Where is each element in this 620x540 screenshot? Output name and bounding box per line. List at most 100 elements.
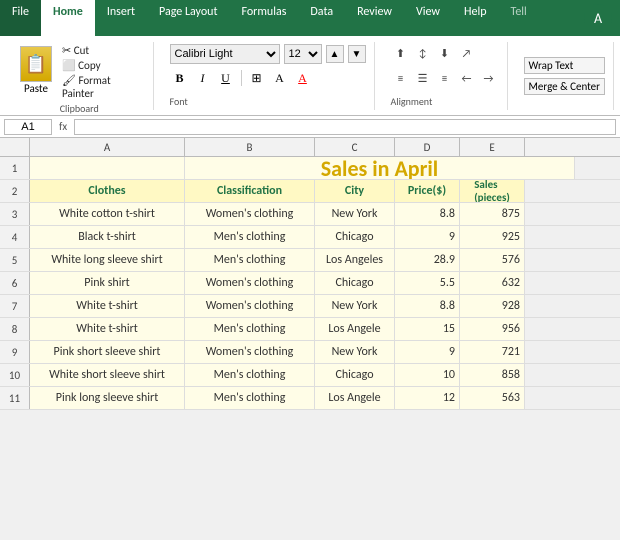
cell-d9[interactable]: 9 bbox=[395, 341, 460, 363]
cell-d7[interactable]: 8.8 bbox=[395, 295, 460, 317]
align-center-button[interactable]: ☰ bbox=[413, 68, 433, 88]
italic-button[interactable]: I bbox=[193, 68, 213, 88]
indent-dec-button[interactable]: ← bbox=[457, 68, 477, 88]
bold-button[interactable]: B bbox=[170, 68, 190, 88]
row-num-7: 7 bbox=[0, 295, 30, 317]
account-icon[interactable]: A bbox=[576, 0, 620, 36]
cell-a11[interactable]: Pink long sleeve shirt bbox=[30, 387, 185, 409]
cell-d5[interactable]: 28.9 bbox=[395, 249, 460, 271]
align-right-button[interactable]: ≡ bbox=[435, 68, 455, 88]
cell-c10[interactable]: Chicago bbox=[315, 364, 395, 386]
cell-b8[interactable]: Men's clothing bbox=[185, 318, 315, 340]
tab-pagelayout[interactable]: Page Layout bbox=[147, 0, 229, 36]
cell-e5[interactable]: 576 bbox=[460, 249, 525, 271]
font-color-button[interactable]: A bbox=[293, 68, 313, 88]
cell-b7[interactable]: Women's clothing bbox=[185, 295, 315, 317]
cell-e4[interactable]: 925 bbox=[460, 226, 525, 248]
cell-e11[interactable]: 563 bbox=[460, 387, 525, 409]
merge-center-button[interactable]: Merge & Center bbox=[524, 78, 606, 95]
cell-reference-input[interactable] bbox=[4, 119, 52, 135]
data-row-3: 3 White cotton t-shirt Women's clothing … bbox=[0, 203, 620, 226]
tab-data[interactable]: Data bbox=[298, 0, 345, 36]
cell-b11[interactable]: Men's clothing bbox=[185, 387, 315, 409]
cell-a5[interactable]: White long sleeve shirt bbox=[30, 249, 185, 271]
cell-d11[interactable]: 12 bbox=[395, 387, 460, 409]
cell-c4[interactable]: Chicago bbox=[315, 226, 395, 248]
copy-button[interactable]: ⬜ Copy bbox=[62, 59, 145, 72]
cell-c7[interactable]: New York bbox=[315, 295, 395, 317]
align-top-button[interactable]: ⬆ bbox=[391, 44, 411, 64]
cell-a10[interactable]: White short sleeve shirt bbox=[30, 364, 185, 386]
tab-formulas[interactable]: Formulas bbox=[229, 0, 298, 36]
cell-d6[interactable]: 5.5 bbox=[395, 272, 460, 294]
cell-d3[interactable]: 8.8 bbox=[395, 203, 460, 225]
cell-b5[interactable]: Men's clothing bbox=[185, 249, 315, 271]
cell-a4[interactable]: Black t-shirt bbox=[30, 226, 185, 248]
align-left-button[interactable]: ≡ bbox=[391, 68, 411, 88]
cell-b4[interactable]: Men's clothing bbox=[185, 226, 315, 248]
cell-a9[interactable]: Pink short sleeve shirt bbox=[30, 341, 185, 363]
text-angle-button[interactable]: ↗ bbox=[457, 44, 477, 64]
cell-e3[interactable]: 875 bbox=[460, 203, 525, 225]
cell-a1[interactable] bbox=[30, 157, 185, 179]
cell-d10[interactable]: 10 bbox=[395, 364, 460, 386]
cell-c11[interactable]: Los Angele bbox=[315, 387, 395, 409]
row-num-9: 9 bbox=[0, 341, 30, 363]
col-header-d[interactable]: D bbox=[395, 138, 460, 156]
cell-c9[interactable]: New York bbox=[315, 341, 395, 363]
border-button[interactable]: ⊞ bbox=[247, 68, 267, 88]
cell-a7[interactable]: White t-shirt bbox=[30, 295, 185, 317]
cell-b3[interactable]: Women's clothing bbox=[185, 203, 315, 225]
header-sales[interactable]: Sales(pieces) bbox=[460, 180, 525, 202]
col-header-a[interactable]: A bbox=[30, 138, 185, 156]
font-name-select[interactable]: Calibri Light bbox=[170, 44, 280, 64]
tab-view[interactable]: View bbox=[404, 0, 452, 36]
cell-d4[interactable]: 9 bbox=[395, 226, 460, 248]
cell-e8[interactable]: 956 bbox=[460, 318, 525, 340]
cell-a3[interactable]: White cotton t-shirt bbox=[30, 203, 185, 225]
tab-home[interactable]: Home bbox=[41, 0, 95, 36]
cell-e6[interactable]: 632 bbox=[460, 272, 525, 294]
align-bottom-button[interactable]: ⬇ bbox=[435, 44, 455, 64]
col-header-c[interactable]: C bbox=[315, 138, 395, 156]
cell-b9[interactable]: Women's clothing bbox=[185, 341, 315, 363]
col-header-b[interactable]: B bbox=[185, 138, 315, 156]
tab-review[interactable]: Review bbox=[345, 0, 404, 36]
header-price[interactable]: Price($) bbox=[395, 180, 460, 202]
cell-e7[interactable]: 928 bbox=[460, 295, 525, 317]
header-city[interactable]: City bbox=[315, 180, 395, 202]
cell-d8[interactable]: 15 bbox=[395, 318, 460, 340]
cell-c3[interactable]: New York bbox=[315, 203, 395, 225]
cell-e10[interactable]: 858 bbox=[460, 364, 525, 386]
format-painter-button[interactable]: 🖌 Format Painter bbox=[62, 74, 145, 100]
row-num-4: 4 bbox=[0, 226, 30, 248]
cell-b6[interactable]: Women's clothing bbox=[185, 272, 315, 294]
cell-b1[interactable]: Sales in April bbox=[185, 157, 575, 179]
cell-c8[interactable]: Los Angele bbox=[315, 318, 395, 340]
cell-b10[interactable]: Men's clothing bbox=[185, 364, 315, 386]
col-header-e[interactable]: E bbox=[460, 138, 525, 156]
cell-c5[interactable]: Los Angeles bbox=[315, 249, 395, 271]
underline-button[interactable]: U bbox=[216, 68, 236, 88]
formula-input[interactable] bbox=[74, 119, 616, 135]
tab-insert[interactable]: Insert bbox=[95, 0, 147, 36]
font-size-select[interactable]: 12 bbox=[284, 44, 322, 64]
cut-button[interactable]: ✂ Cut bbox=[62, 44, 145, 57]
wrap-text-button[interactable]: Wrap Text bbox=[524, 57, 606, 74]
tab-tell[interactable]: Tell bbox=[499, 0, 539, 36]
fill-color-button[interactable]: A bbox=[270, 68, 290, 88]
cell-a8[interactable]: White t-shirt bbox=[30, 318, 185, 340]
tab-help[interactable]: Help bbox=[452, 0, 499, 36]
header-clothes[interactable]: Clothes bbox=[30, 180, 185, 202]
cell-c6[interactable]: Chicago bbox=[315, 272, 395, 294]
header-classification[interactable]: Classification bbox=[185, 180, 315, 202]
font-size-decrease[interactable]: ▼ bbox=[348, 45, 366, 63]
indent-inc-button[interactable]: → bbox=[479, 68, 499, 88]
align-middle-button[interactable]: ↕ bbox=[413, 44, 433, 64]
tab-file[interactable]: File bbox=[0, 0, 41, 36]
paste-button[interactable]: 📋 Paste bbox=[14, 44, 58, 97]
title-row: 1 Sales in April bbox=[0, 157, 620, 180]
font-size-increase[interactable]: ▲ bbox=[326, 45, 344, 63]
cell-e9[interactable]: 721 bbox=[460, 341, 525, 363]
cell-a6[interactable]: Pink shirt bbox=[30, 272, 185, 294]
